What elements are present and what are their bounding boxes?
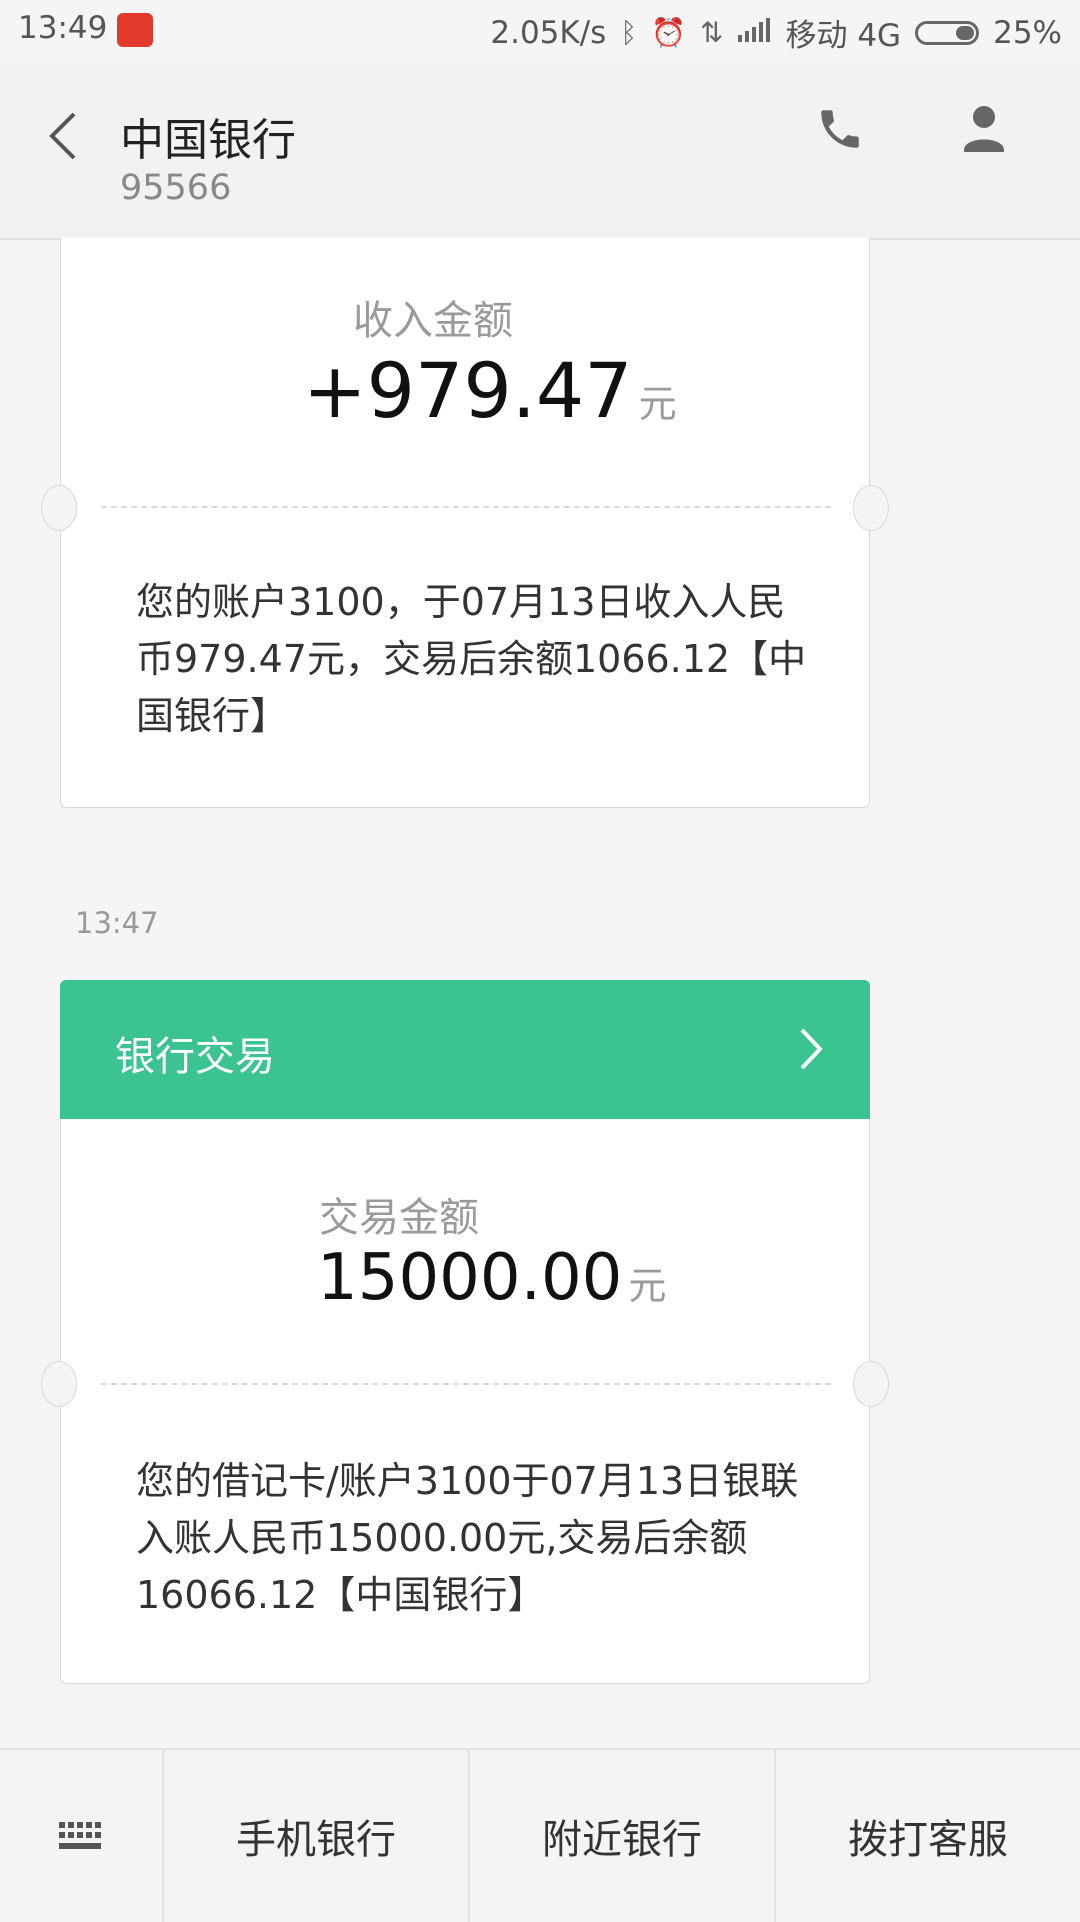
amount-unit: 元 xyxy=(638,382,677,426)
message-card[interactable]: 收入金额 +979.47 元 您的账户3100，于07月13日收入人民币979.4… xyxy=(41,238,889,808)
message-card[interactable]: 银行交易 交易金额 15000.00 元 您的借记卡/账户3100于07月13日银… xyxy=(41,980,889,1684)
amount-label: 收入金额 xyxy=(353,298,513,344)
amount-value: 15000.00 xyxy=(317,1241,623,1315)
phone-icon[interactable] xyxy=(815,104,865,154)
app-notification-icon xyxy=(117,13,153,47)
message-body: 您的账户3100，于07月13日收入人民币979.47元，交易后余额1066.1… xyxy=(136,580,807,738)
contact-name: 中国银行 xyxy=(120,115,296,166)
data-arrows-icon: ⇅ xyxy=(700,16,724,49)
ticket-notch xyxy=(41,485,77,531)
contact-icon[interactable] xyxy=(962,104,1006,154)
back-arrow-icon[interactable] xyxy=(44,106,84,166)
amount-value-row: 15000.00 元 xyxy=(317,1241,666,1315)
signal-icon xyxy=(737,15,771,51)
amount-value-row: +979.47 元 xyxy=(303,346,677,435)
amount-label: 交易金额 xyxy=(319,1195,479,1241)
network-speed: 2.05K/s xyxy=(490,14,607,51)
carrier-label: 移动 4G xyxy=(785,18,902,54)
card-header-band[interactable]: 银行交易 xyxy=(60,980,870,1119)
dashed-divider xyxy=(101,506,831,508)
ticket-notch xyxy=(853,485,889,531)
call-service-button[interactable]: 拨打客服 xyxy=(776,1750,1080,1922)
alarm-icon: ⏰ xyxy=(651,16,687,49)
status-right-group: 2.05K/s ᛒ ⏰ ⇅ 移动 4G 25% xyxy=(490,10,1062,55)
mobile-banking-button[interactable]: 手机银行 xyxy=(164,1750,470,1922)
ticket-notch xyxy=(853,1361,889,1407)
nearby-bank-button[interactable]: 附近银行 xyxy=(470,1750,776,1922)
bluetooth-icon: ᛒ xyxy=(620,16,638,49)
amount-unit: 元 xyxy=(628,1264,667,1308)
keyboard-icon[interactable] xyxy=(0,1750,164,1922)
conversation-header: 中国银行 95566 xyxy=(0,62,1080,240)
message-body: 您的借记卡/账户3100于07月13日银联入账人民币15000.00元,交易后余… xyxy=(136,1459,799,1617)
ticket-notch xyxy=(41,1361,77,1407)
dashed-divider xyxy=(101,1383,831,1385)
card-category: 银行交易 xyxy=(115,1034,275,1080)
status-bar: 13:49 2.05K/s ᛒ ⏰ ⇅ 移动 4G 25% xyxy=(0,0,1080,62)
battery-percent: 25% xyxy=(993,14,1062,51)
chevron-right-icon xyxy=(796,1024,826,1074)
bottom-menu-bar: 手机银行 附近银行 拨打客服 xyxy=(0,1748,1080,1922)
contact-number: 95566 xyxy=(120,168,232,208)
status-time: 13:49 xyxy=(18,10,108,46)
amount-value: +979.47 xyxy=(303,346,633,435)
message-timestamp: 13:47 xyxy=(75,906,159,940)
battery-icon xyxy=(915,20,980,45)
